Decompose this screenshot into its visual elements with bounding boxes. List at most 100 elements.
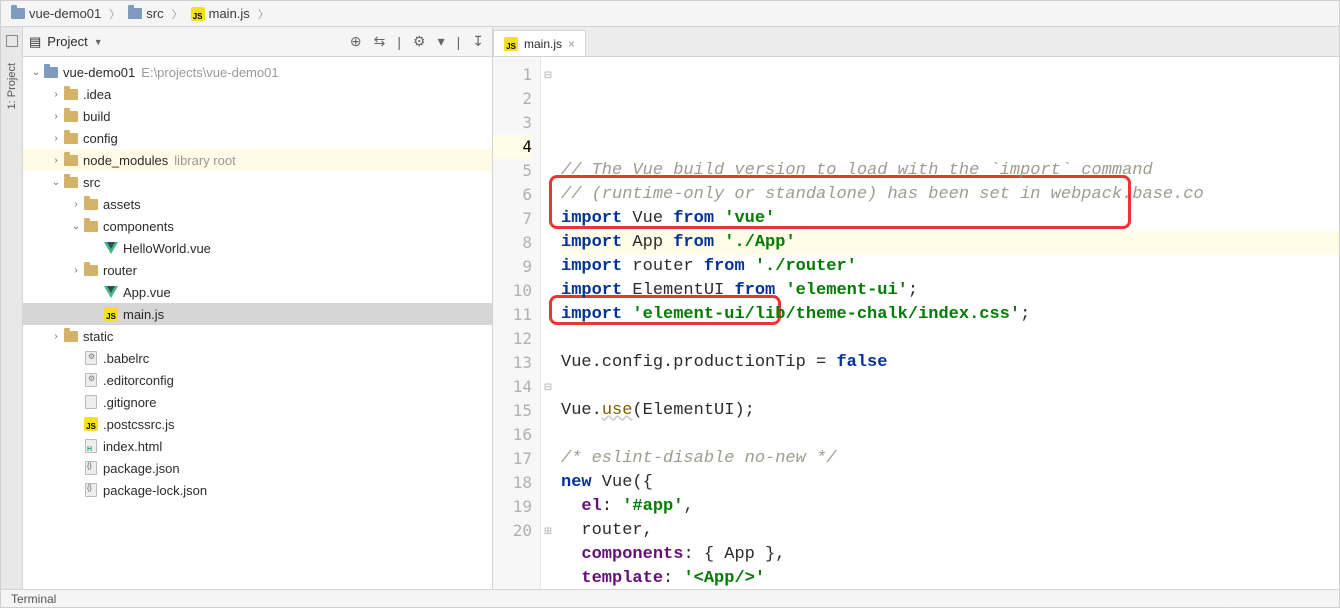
tree-item[interactable]: ⌄components xyxy=(23,215,492,237)
line-number: 17 xyxy=(493,447,532,471)
tree-item[interactable]: ›node_moduleslibrary root xyxy=(23,149,492,171)
tree-expand-icon[interactable]: › xyxy=(69,199,83,210)
fold-marker[interactable] xyxy=(541,327,555,351)
tree-item[interactable]: ›.idea xyxy=(23,83,492,105)
breadcrumb-separator-icon: 〉 xyxy=(107,6,122,22)
code-line[interactable]: import router from './router' xyxy=(561,255,1339,279)
folder-icon xyxy=(84,265,98,276)
fold-marker[interactable] xyxy=(541,135,555,159)
code-line[interactable]: new Vue({ xyxy=(561,471,1339,495)
code-content[interactable]: // The Vue build version to load with th… xyxy=(555,57,1339,589)
tree-item[interactable]: ›JS.postcssrc.js xyxy=(23,413,492,435)
tree-item[interactable]: ⌄src xyxy=(23,171,492,193)
fold-marker[interactable]: ⊟ xyxy=(541,63,555,87)
tree-expand-icon[interactable]: ⌄ xyxy=(29,67,43,78)
fold-marker[interactable] xyxy=(541,447,555,471)
code-line[interactable]: template: '<App/>' xyxy=(561,567,1339,589)
fold-marker[interactable] xyxy=(541,495,555,519)
fold-column[interactable]: ⊟ ⊟ ⊞ xyxy=(541,57,555,589)
fold-marker[interactable] xyxy=(541,207,555,231)
tree-expand-icon[interactable]: › xyxy=(49,111,63,122)
tree-item[interactable]: ›.babelrc xyxy=(23,347,492,369)
breadcrumb-item[interactable]: src xyxy=(122,6,169,21)
code-line[interactable]: el: '#app', xyxy=(561,495,1339,519)
line-number: 15 xyxy=(493,399,532,423)
tree-expand-icon[interactable]: ⌄ xyxy=(49,177,63,188)
fold-marker[interactable] xyxy=(541,231,555,255)
project-panel-dropdown-icon[interactable]: ▼ xyxy=(94,37,103,47)
fold-marker[interactable] xyxy=(541,351,555,375)
breadcrumb: vue-demo01〉src〉JSmain.js〉 xyxy=(1,1,1339,27)
code-line[interactable]: import App from './App' xyxy=(561,231,1339,255)
tree-item[interactable]: ⌄vue-demo01E:\projects\vue-demo01 xyxy=(23,61,492,83)
tree-item[interactable]: ›package-lock.json xyxy=(23,479,492,501)
code-line[interactable] xyxy=(561,327,1339,351)
code-line[interactable]: router, xyxy=(561,519,1339,543)
code-line[interactable]: import ElementUI from 'element-ui'; xyxy=(561,279,1339,303)
breadcrumb-item[interactable]: JSmain.js xyxy=(185,6,256,21)
folder-icon xyxy=(64,111,78,122)
rail-project-tab[interactable]: 1: Project xyxy=(4,59,20,113)
tree-item-label: index.html xyxy=(103,439,162,454)
tree-item-label: main.js xyxy=(123,307,164,322)
fold-marker[interactable] xyxy=(541,255,555,279)
line-number: 20 xyxy=(493,519,532,543)
terminal-tab[interactable]: Terminal xyxy=(11,592,56,606)
code-line[interactable]: import 'element-ui/lib/theme-chalk/index… xyxy=(561,303,1339,327)
tree-item[interactable]: ›.gitignore xyxy=(23,391,492,413)
tree-item[interactable]: ›HelloWorld.vue xyxy=(23,237,492,259)
code-line[interactable]: // The Vue build version to load with th… xyxy=(561,159,1339,183)
fold-marker[interactable]: ⊟ xyxy=(541,375,555,399)
fold-marker[interactable] xyxy=(541,279,555,303)
rail-minimize-icon[interactable] xyxy=(6,35,18,47)
code-line[interactable]: /* eslint-disable no-new */ xyxy=(561,447,1339,471)
breadcrumb-separator-icon: 〉 xyxy=(170,6,185,22)
fold-marker[interactable] xyxy=(541,423,555,447)
tree-expand-icon[interactable]: ⌄ xyxy=(69,221,83,232)
tree-item[interactable]: ›.editorconfig xyxy=(23,369,492,391)
line-number: 10 xyxy=(493,279,532,303)
code-line[interactable]: Vue.use(ElementUI); xyxy=(561,399,1339,423)
tree-expand-icon[interactable]: › xyxy=(49,89,63,100)
tree-expand-icon[interactable]: › xyxy=(49,331,63,342)
breadcrumb-item[interactable]: vue-demo01 xyxy=(5,6,107,21)
fold-marker[interactable] xyxy=(541,87,555,111)
panel-tool-button[interactable]: ▾ xyxy=(438,33,445,50)
editor-tab-main-js[interactable]: JS main.js × xyxy=(493,30,586,56)
code-line[interactable]: import Vue from 'vue' xyxy=(561,207,1339,231)
code-editor[interactable]: 1234567891011121314151617181920 ⊟⊟⊞ // T… xyxy=(493,57,1339,589)
fold-marker[interactable] xyxy=(541,159,555,183)
code-line[interactable] xyxy=(561,423,1339,447)
tree-item[interactable]: ›package.json xyxy=(23,457,492,479)
js-file-icon: JS xyxy=(504,37,518,51)
fold-marker[interactable] xyxy=(541,111,555,135)
line-number: 5 xyxy=(493,159,532,183)
panel-tool-button[interactable]: ⇆ xyxy=(374,33,386,50)
code-line[interactable]: // (runtime-only or standalone) has been… xyxy=(561,183,1339,207)
fold-marker[interactable] xyxy=(541,303,555,327)
tree-item[interactable]: ›config xyxy=(23,127,492,149)
tree-item-label: package-lock.json xyxy=(103,483,207,498)
tree-item[interactable]: ›router xyxy=(23,259,492,281)
fold-marker[interactable] xyxy=(541,399,555,423)
panel-tool-button[interactable]: ↧ xyxy=(472,33,484,50)
panel-tool-button[interactable]: ⚙ xyxy=(413,33,426,50)
panel-tool-button[interactable]: ⊕ xyxy=(350,33,362,50)
project-tree[interactable]: ⌄vue-demo01E:\projects\vue-demo01›.idea›… xyxy=(23,57,492,589)
fold-marker[interactable]: ⊞ xyxy=(541,519,555,543)
code-line[interactable]: Vue.config.productionTip = false xyxy=(561,351,1339,375)
tree-expand-icon[interactable]: › xyxy=(49,155,63,166)
fold-marker[interactable] xyxy=(541,183,555,207)
tree-item[interactable]: ›index.html xyxy=(23,435,492,457)
tree-expand-icon[interactable]: › xyxy=(69,265,83,276)
tab-close-icon[interactable]: × xyxy=(568,37,575,51)
tree-item[interactable]: ›assets xyxy=(23,193,492,215)
tree-item[interactable]: ›App.vue xyxy=(23,281,492,303)
tree-item[interactable]: ›static xyxy=(23,325,492,347)
fold-marker[interactable] xyxy=(541,471,555,495)
tree-item[interactable]: ›build xyxy=(23,105,492,127)
tree-item[interactable]: ›JSmain.js xyxy=(23,303,492,325)
tree-expand-icon[interactable]: › xyxy=(49,133,63,144)
code-line[interactable]: components: { App }, xyxy=(561,543,1339,567)
code-line[interactable] xyxy=(561,375,1339,399)
